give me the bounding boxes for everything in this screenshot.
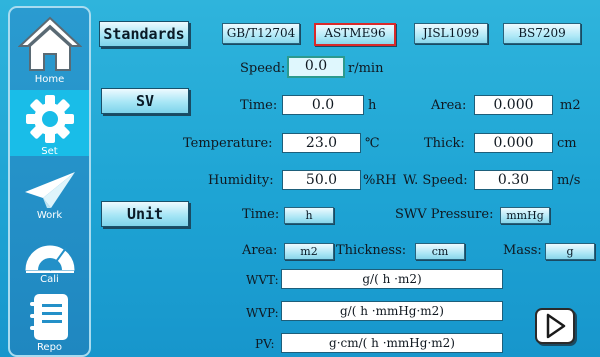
speed-label: Speed: xyxy=(240,61,286,76)
sidebar-item-label: Set xyxy=(41,146,58,157)
swv-pressure-selector[interactable]: mmHg xyxy=(500,207,550,224)
standard-option-bs7209[interactable]: BS7209 xyxy=(503,23,581,44)
sidebar-item-label: Work xyxy=(36,210,63,221)
thick-label: Thick: xyxy=(424,136,465,151)
standards-button[interactable]: Standards xyxy=(99,21,189,47)
pv-field: g·cm/( h ·mmHg·m2) xyxy=(281,333,503,353)
wvp-field: g/( h ·mmHg·m2) xyxy=(281,301,503,321)
unit-area-selector[interactable]: m2 xyxy=(284,243,334,260)
temperature-label: Temperature: xyxy=(183,136,273,151)
pv-label: PV: xyxy=(255,337,275,351)
sidebar-item-home[interactable]: Home xyxy=(10,14,89,90)
thickness-selector[interactable]: cm xyxy=(415,243,465,260)
sidebar-item-repo[interactable]: Repo xyxy=(10,292,89,356)
area-label: Area: xyxy=(431,98,467,113)
standard-option-jisl1099[interactable]: JISL1099 xyxy=(414,23,488,44)
sidebar-item-set[interactable]: Set xyxy=(10,90,89,157)
temperature-unit: ℃ xyxy=(365,136,380,151)
wspeed-unit: m/s xyxy=(557,173,581,188)
unit-time-label: Time: xyxy=(242,207,280,222)
paper-plane-icon xyxy=(24,172,75,208)
wvp-label: WVP: xyxy=(246,306,279,320)
mass-label: Mass: xyxy=(503,243,542,258)
humidity-label: Humidity: xyxy=(208,173,274,188)
speed-unit: r/min xyxy=(348,61,384,76)
wspeed-label: W. Speed: xyxy=(403,173,468,188)
unit-time-selector[interactable]: h xyxy=(284,207,334,224)
play-icon xyxy=(546,313,566,339)
humidity-unit: %RH xyxy=(363,173,397,188)
standard-option-gbt12704[interactable]: GB/T12704 xyxy=(222,23,300,44)
next-button[interactable] xyxy=(535,308,575,344)
notebook-icon xyxy=(29,294,68,340)
time-label: Time: xyxy=(240,98,278,113)
speed-field[interactable]: 0.0 xyxy=(287,56,345,78)
thick-unit: cm xyxy=(557,136,577,151)
wvt-field: g/( h ·m2) xyxy=(281,269,503,289)
standard-option-astme96[interactable]: ASTME96 xyxy=(314,23,396,46)
time-unit: h xyxy=(368,98,377,113)
thickness-label: Thickness: xyxy=(336,243,407,258)
sidebar: Home Set Work Cali Repo xyxy=(8,6,91,357)
humidity-field[interactable]: 50.0 xyxy=(282,170,361,190)
sidebar-item-work[interactable]: Work xyxy=(10,168,89,224)
sidebar-item-label: Home xyxy=(34,74,65,85)
swv-pressure-label: SWV Pressure: xyxy=(395,207,494,222)
wspeed-field[interactable]: 0.30 xyxy=(474,170,553,190)
protractor-icon xyxy=(24,245,75,273)
time-field[interactable]: 0.0 xyxy=(282,95,364,115)
sv-button[interactable]: SV xyxy=(101,88,189,114)
unit-button[interactable]: Unit xyxy=(101,201,189,227)
sidebar-item-label: Cali xyxy=(40,274,59,285)
temperature-field[interactable]: 23.0 xyxy=(282,133,361,153)
home-icon xyxy=(17,16,82,71)
sidebar-item-cali[interactable]: Cali xyxy=(10,230,89,288)
mass-selector[interactable]: g xyxy=(545,243,595,260)
sidebar-item-label: Repo xyxy=(36,342,63,353)
wvt-label: WVT: xyxy=(246,273,279,287)
gear-icon xyxy=(25,95,74,143)
thick-field[interactable]: 0.000 xyxy=(474,133,553,153)
area-field[interactable]: 0.000 xyxy=(474,95,553,115)
area-unit: m2 xyxy=(560,98,581,113)
unit-area-label: Area: xyxy=(242,243,278,258)
